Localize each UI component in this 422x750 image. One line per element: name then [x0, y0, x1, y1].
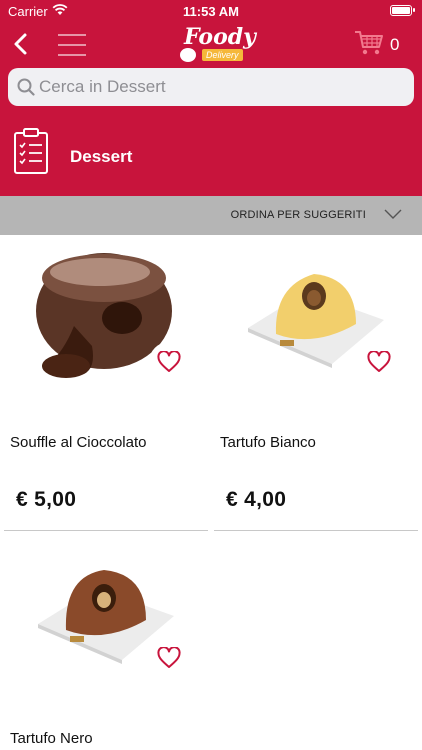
cart-button[interactable]: [354, 30, 384, 56]
search-icon: [17, 78, 35, 96]
heart-icon: [367, 351, 391, 372]
product-card[interactable]: Tartufo Nero: [4, 532, 208, 750]
search-bar[interactable]: [8, 68, 414, 106]
heart-icon: [157, 647, 181, 668]
favorite-button[interactable]: [149, 638, 189, 678]
category-header: Dessert: [0, 110, 422, 196]
status-bar: Carrier 11:53 AM: [0, 0, 422, 22]
battery-icon: [390, 5, 415, 16]
product-price: € 4,00: [226, 488, 287, 511]
clock: 11:53 AM: [183, 4, 239, 19]
category-title: Dessert: [70, 147, 133, 166]
logo-text: Foody: [184, 24, 256, 50]
product-price: € 5,00: [16, 488, 77, 511]
product-card[interactable]: Tartufo Bianco € 4,00: [214, 236, 418, 532]
chevron-down-icon: [384, 209, 402, 219]
product-card[interactable]: Souffle al Cioccolato € 5,00: [4, 236, 208, 532]
app-logo: Foody Delivery: [176, 24, 256, 64]
favorite-button[interactable]: [149, 342, 189, 382]
product-name: Tartufo Bianco: [220, 434, 316, 451]
sort-selector[interactable]: ORDINA PER SUGGERITI: [0, 196, 422, 235]
favorite-button[interactable]: [359, 342, 399, 382]
back-button[interactable]: [6, 28, 38, 60]
heart-icon: [157, 351, 181, 372]
sort-label: ORDINA PER SUGGERITI: [230, 209, 366, 221]
logo-mascot-icon: [180, 48, 196, 62]
divider: [214, 530, 418, 531]
menu-button[interactable]: [56, 26, 88, 62]
app-screen: Carrier 11:53 AM Foody Delivery 0 Cerca …: [0, 0, 422, 750]
cart-count: 0: [390, 35, 400, 54]
navigation-bar: Foody Delivery 0: [0, 22, 422, 66]
product-name: Tartufo Nero: [10, 730, 93, 747]
search-input[interactable]: [39, 68, 409, 106]
back-icon: [14, 33, 27, 55]
menu-icon-line: [58, 44, 86, 46]
cart-icon: [355, 31, 383, 55]
logo-subtext: Delivery: [202, 49, 243, 61]
product-name: Souffle al Cioccolato: [10, 434, 147, 451]
clipboard-icon: [14, 128, 48, 174]
menu-icon: [58, 34, 86, 36]
menu-icon-line: [58, 54, 86, 56]
divider: [4, 530, 208, 531]
